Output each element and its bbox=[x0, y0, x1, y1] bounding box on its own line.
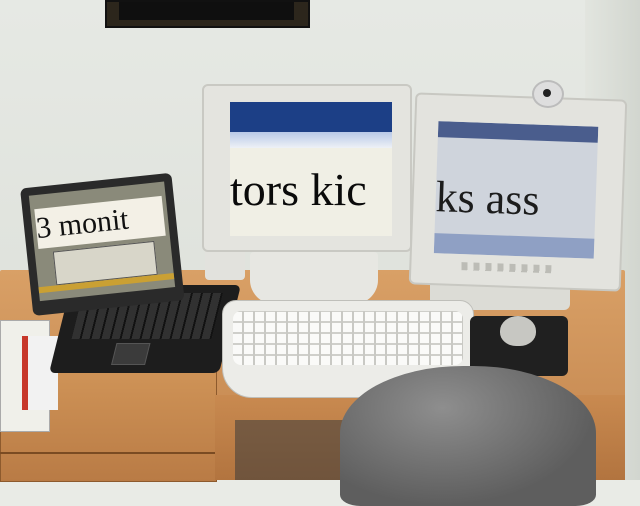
framed-picture bbox=[105, 0, 310, 28]
office-chair bbox=[340, 366, 596, 506]
desktop-stripe bbox=[230, 132, 392, 148]
webcam-icon bbox=[532, 80, 564, 108]
laptop-screen: 3 monit bbox=[28, 181, 176, 302]
right-screen-header bbox=[437, 121, 599, 143]
webcam-lens bbox=[543, 89, 551, 97]
center-monitor-text: tors kic bbox=[230, 164, 367, 215]
laptop-touchpad bbox=[111, 343, 151, 365]
mouse bbox=[500, 316, 536, 346]
desktop-header bbox=[230, 102, 392, 132]
right-monitor: ks ass bbox=[408, 92, 628, 292]
cables-under-desk bbox=[235, 420, 355, 480]
center-monitor-screen: tors kic bbox=[230, 102, 392, 236]
red-box bbox=[22, 336, 58, 410]
drawer-edge bbox=[0, 452, 215, 454]
right-monitor-screen: ks ass bbox=[433, 121, 599, 259]
right-screen-footer bbox=[433, 233, 595, 259]
frame-inner bbox=[119, 2, 294, 20]
center-monitor: tors kic bbox=[202, 84, 412, 252]
monitor-buttons bbox=[461, 262, 552, 274]
right-monitor-text: ks ass bbox=[434, 172, 541, 225]
keyboard-keys bbox=[233, 311, 463, 365]
laptop: 3 monit bbox=[20, 172, 185, 316]
center-monitor-stand bbox=[250, 252, 378, 304]
